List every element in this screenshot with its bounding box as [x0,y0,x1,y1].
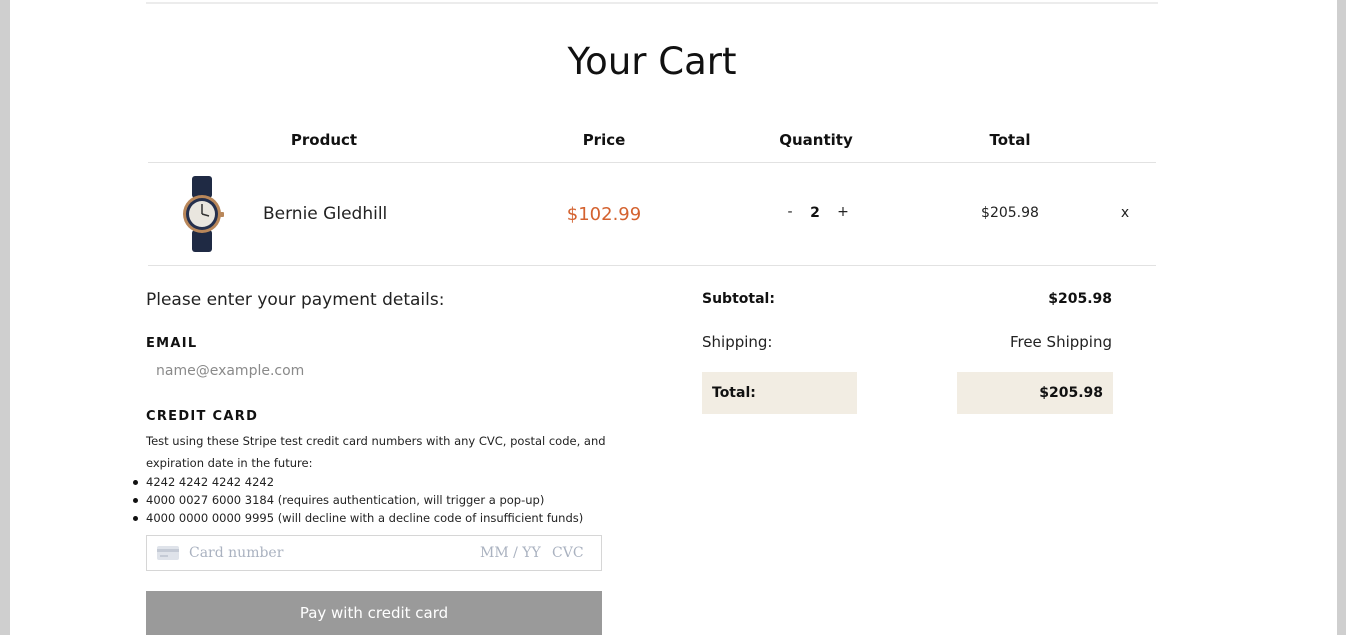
quantity-decrement-button[interactable]: - [781,204,799,220]
subtotal-label: Subtotal: [702,291,775,307]
pay-with-credit-card-button[interactable]: Pay with credit card [146,591,602,635]
subtotal-value: $205.98 [1048,291,1112,307]
card-input-field[interactable]: Card number MM / YY CVC [146,535,602,571]
product-price: $102.99 [566,204,642,225]
total-label-cell: Total: [702,372,857,414]
window-frame-right [1337,0,1346,635]
quantity-value: 2 [810,205,820,221]
table-divider-bottom [148,265,1156,266]
email-input[interactable] [146,358,602,384]
test-card-item: 4000 0000 0000 9995 (will decline with a… [132,511,584,525]
credit-card-label: CREDIT CARD [146,409,259,424]
page-title: Your Cart [567,40,737,83]
total-value-cell: $205.98 [957,372,1113,414]
card-number-placeholder[interactable]: Card number [189,545,283,561]
quantity-increment-button[interactable]: + [834,204,852,220]
card-cvc-placeholder[interactable]: CVC [552,545,584,561]
shipping-value: Free Shipping [1009,333,1112,351]
test-card-item: 4242 4242 4242 4242 [132,473,583,491]
credit-card-help-text: Test using these Stripe test credit card… [146,434,606,470]
total-label: Total: [712,385,756,401]
test-card-list: 4242 4242 4242 4242 4000 0027 6000 3184 … [132,473,584,527]
line-total: $205.98 [981,205,1039,221]
remove-item-button[interactable]: x [1114,205,1136,221]
shipping-label: Shipping: [702,333,773,351]
wristwatch-image[interactable] [178,176,226,252]
email-label: EMAIL [146,336,198,351]
header-product: Product [290,131,358,149]
top-divider [146,2,1158,4]
product-name[interactable]: Bernie Gledhill [263,204,387,224]
payment-heading: Please enter your payment details: [146,290,445,310]
window-frame-left [0,0,10,635]
credit-card-icon [157,546,179,560]
test-card-item: 4000 0027 6000 3184 (requires authentica… [132,491,583,509]
cart-row: Bernie Gledhill $102.99 - 2 + $205.98 x [148,163,1156,265]
header-quantity: Quantity [779,131,853,149]
header-price: Price [582,131,626,149]
header-total: Total [989,131,1031,149]
total-value: $205.98 [1039,385,1103,401]
card-expiry-placeholder[interactable]: MM / YY [480,545,541,561]
